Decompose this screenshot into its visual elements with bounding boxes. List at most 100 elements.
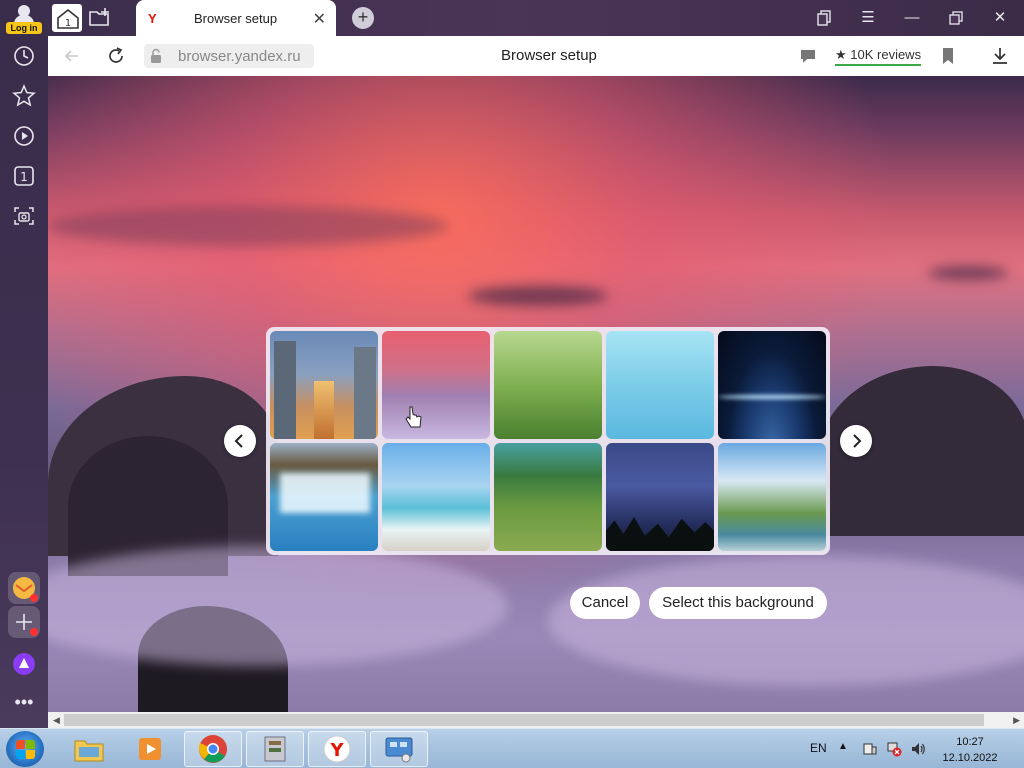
back-button[interactable] — [62, 46, 82, 66]
download-icon — [993, 48, 1007, 64]
comments-button[interactable] — [798, 46, 818, 66]
horizontal-scrollbar[interactable]: ◀ ▶ — [48, 712, 1024, 728]
tab-close-icon[interactable]: ✕ — [313, 9, 326, 29]
thumb-city-street[interactable] — [270, 331, 378, 439]
tab-counter-icon: 1 — [14, 166, 34, 186]
tab-browser-setup[interactable]: Y Browser setup ✕ — [136, 0, 336, 36]
building — [354, 347, 376, 439]
history-button[interactable] — [12, 44, 36, 68]
bookmark-icon — [943, 48, 953, 64]
bookmarks-panel-button[interactable] — [812, 8, 836, 28]
thumb-green-grass[interactable] — [494, 331, 602, 439]
show-hidden-icons[interactable]: ▲ — [838, 741, 854, 757]
volume-control[interactable] — [910, 741, 926, 757]
taskbar-explorer[interactable] — [60, 731, 118, 767]
play-icon — [14, 126, 34, 146]
thumb-pink-sky-clouds[interactable] — [382, 331, 490, 439]
thumb-beach-sea[interactable] — [382, 443, 490, 551]
copy-icon — [817, 10, 831, 26]
start-button[interactable] — [6, 731, 44, 767]
lock-icon — [151, 48, 161, 63]
thumb-earth-from-space[interactable] — [718, 331, 826, 439]
chevron-up-icon: ▲ — [838, 741, 848, 752]
scroll-left-icon[interactable]: ◀ — [53, 715, 60, 726]
close-window-button[interactable]: ✕ — [988, 8, 1012, 28]
taskbar-control-panel[interactable] — [370, 731, 428, 767]
thumb-blue-water[interactable] — [606, 331, 714, 439]
address-bar: browser.yandex.ru Browser setup ★ 10K re… — [48, 36, 1024, 76]
network-status[interactable] — [886, 741, 902, 757]
cloud-band — [468, 286, 608, 306]
windows-logo-part — [26, 750, 35, 759]
add-app-button[interactable] — [8, 606, 40, 638]
hand-cursor-icon — [405, 406, 422, 428]
notification-dot — [30, 628, 38, 636]
tree-silhouettes — [606, 517, 714, 551]
minimize-button[interactable]: — — [900, 8, 924, 28]
gallery-next-button[interactable] — [840, 425, 872, 457]
language-indicator[interactable]: EN — [810, 741, 827, 755]
media-player-icon — [139, 738, 161, 760]
tray-app-icon[interactable] — [862, 741, 878, 757]
falling-water — [280, 473, 370, 513]
close-icon: ✕ — [993, 9, 1007, 26]
alice-assistant-button[interactable] — [12, 652, 36, 676]
taskbar-chrome[interactable] — [184, 731, 242, 767]
fog — [48, 546, 508, 666]
thumb-lake-island-church[interactable] — [718, 443, 826, 551]
thumb-green-cliffs[interactable] — [494, 443, 602, 551]
taskbar-media-player[interactable] — [122, 731, 180, 767]
cancel-button[interactable]: Cancel — [570, 587, 640, 619]
tabs-counter-button[interactable]: 1 — [12, 164, 36, 188]
bookmark-button[interactable] — [938, 46, 958, 66]
tab-title: Browser setup — [194, 11, 278, 26]
yandex-browser-icon: Y — [323, 735, 351, 763]
menu-button[interactable]: ☰ — [856, 8, 880, 28]
screenshot-button[interactable] — [12, 204, 36, 228]
more-button[interactable]: ••• — [12, 692, 36, 716]
horizon-glow — [718, 395, 826, 399]
reload-icon — [109, 47, 123, 63]
hamburger-icon: ☰ — [861, 9, 875, 26]
taskbar-archive[interactable] — [246, 731, 304, 767]
scroll-right-icon[interactable]: ▶ — [1013, 715, 1020, 726]
windows-logo-part — [16, 750, 25, 759]
reload-button[interactable] — [106, 46, 126, 66]
downloads-button[interactable] — [990, 46, 1010, 66]
url-field[interactable]: browser.yandex.ru — [144, 44, 314, 68]
login-button[interactable]: Log in — [6, 3, 42, 34]
url-text: browser.yandex.ru — [178, 48, 301, 65]
reviews-link[interactable]: ★ 10K reviews — [835, 47, 922, 66]
bookmarks-button[interactable] — [12, 84, 36, 108]
home-tab-count: 1 — [65, 18, 71, 29]
new-tab-button[interactable]: + — [352, 7, 374, 29]
arrow-left-icon — [64, 50, 78, 62]
control-panel-icon — [385, 737, 413, 763]
media-button[interactable] — [12, 124, 36, 148]
new-tab-group-button[interactable] — [88, 6, 112, 30]
windows-logo-part — [26, 740, 35, 749]
select-background-button[interactable]: Select this background — [649, 587, 827, 619]
cloud-band — [48, 206, 448, 246]
restore-icon — [949, 11, 963, 25]
restore-button[interactable] — [944, 8, 968, 28]
taskbar-yandex-browser[interactable]: Y — [308, 731, 366, 767]
clock[interactable]: 10:27 12.10.2022 — [940, 734, 1000, 766]
home-icon: 1 — [57, 8, 79, 29]
scrollbar-thumb[interactable] — [64, 714, 984, 726]
thumb-waterfall[interactable] — [270, 443, 378, 551]
gallery-prev-button[interactable] — [224, 425, 256, 457]
yandex-letter: Y — [329, 740, 344, 761]
notification-dot — [30, 594, 38, 602]
thumb-milky-way-forest[interactable] — [606, 443, 714, 551]
windows-taskbar: Y EN ▲ 10:27 12.10.2022 — [0, 728, 1024, 768]
tab-bar: Log in 1 Y Browser setup ✕ + ☰ — ✕ — [0, 0, 1024, 36]
background-gallery — [266, 327, 830, 555]
road — [314, 381, 334, 439]
building — [274, 341, 296, 439]
star-icon — [12, 84, 36, 107]
mail-app-button[interactable] — [8, 572, 40, 604]
minimize-icon: — — [904, 9, 920, 26]
home-tabs-button[interactable]: 1 — [52, 4, 82, 32]
alice-icon — [13, 653, 35, 675]
